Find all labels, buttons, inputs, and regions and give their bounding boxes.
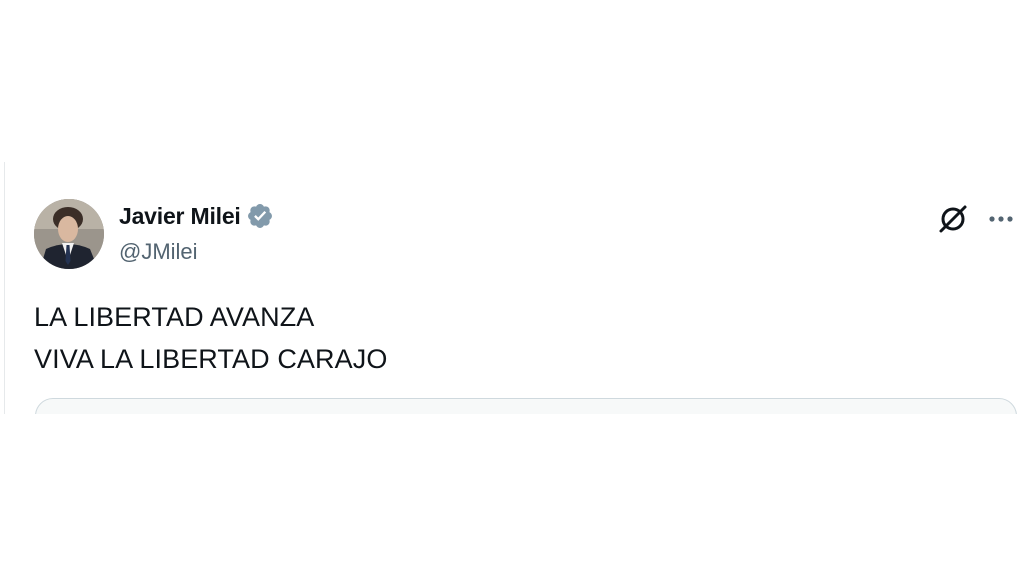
author-display-name[interactable]: Javier Milei [119, 203, 241, 230]
quoted-card[interactable] [35, 398, 1017, 414]
avatar[interactable] [34, 199, 104, 269]
author-name-row: Javier Milei [119, 202, 274, 230]
page: Javier Milei @JMilei LA LIBERTAD AVANZA … [0, 0, 1024, 576]
verified-badge-icon[interactable] [246, 202, 274, 230]
avatar-photo [34, 199, 104, 269]
grok-button[interactable] [937, 203, 969, 235]
author-handle[interactable]: @JMilei [119, 239, 198, 265]
grok-icon [939, 205, 967, 233]
tweet-card[interactable]: Javier Milei @JMilei LA LIBERTAD AVANZA … [4, 162, 1024, 414]
more-horizontal-icon [989, 216, 1013, 222]
tweet-text-line: VIVA LA LIBERTAD CARAJO [34, 344, 388, 374]
tweet-text-line: LA LIBERTAD AVANZA [34, 302, 315, 332]
tweet-text: LA LIBERTAD AVANZA VIVA LA LIBERTAD CARA… [34, 296, 387, 380]
more-options-button[interactable] [985, 203, 1017, 235]
